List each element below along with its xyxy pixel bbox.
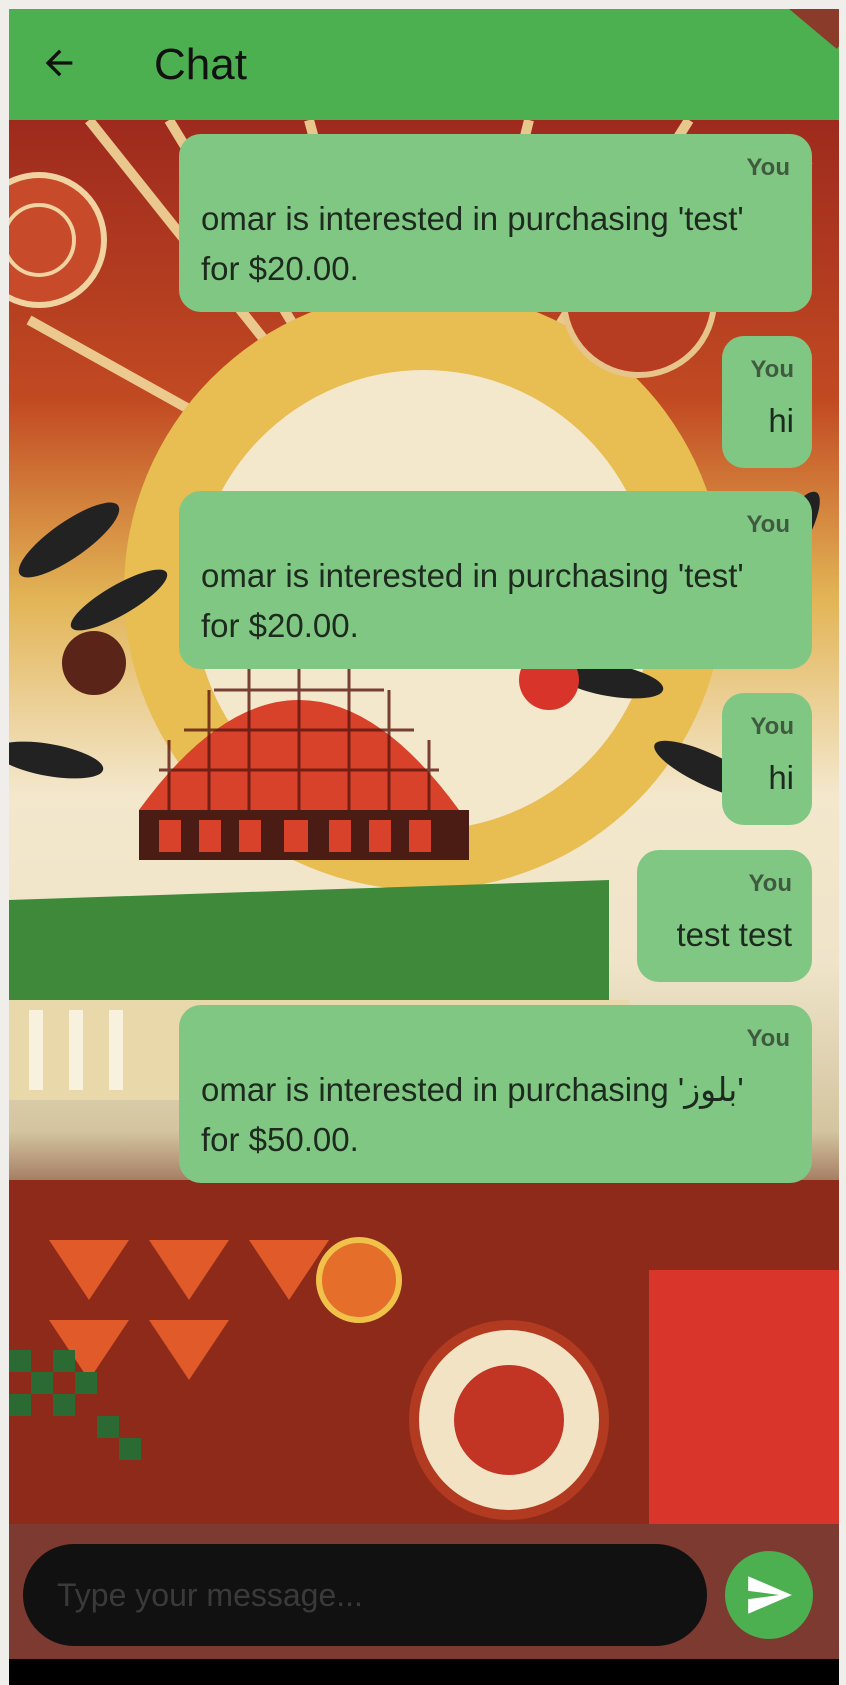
message-sender: You	[746, 511, 790, 538]
message-bubble: You omar is interested in purchasing 'te…	[179, 491, 812, 669]
message-list[interactable]: You omar is interested in purchasing 'te…	[9, 120, 839, 1524]
message-text: omar is interested in purchasing 'test' …	[201, 557, 744, 644]
app-frame: Chat You omar is interested in purchasin…	[9, 9, 839, 1659]
message-bubble: You omar is interested in purchasing 'بل…	[179, 1005, 812, 1183]
composer-bar	[9, 1524, 839, 1659]
message-sender: You	[750, 713, 794, 740]
message-text: hi	[768, 759, 794, 796]
message-sender: You	[750, 356, 794, 383]
message-text: omar is interested in purchasing 'test' …	[201, 200, 744, 287]
message-sender: You	[746, 1025, 790, 1052]
app-bar: Chat	[9, 9, 839, 120]
send-icon	[748, 1576, 792, 1614]
arrow-left-icon	[45, 49, 73, 77]
message-text: omar is interested in purchasing 'بلوز' …	[201, 1071, 744, 1158]
message-sender: You	[748, 870, 792, 897]
send-button[interactable]	[725, 1551, 813, 1639]
message-bubble: You hi	[722, 693, 812, 825]
message-text: test test	[676, 916, 792, 953]
message-input[interactable]	[23, 1544, 707, 1646]
page-title: Chat	[154, 40, 247, 89]
system-nav-bar	[9, 1659, 839, 1685]
message-bubble: You test test	[637, 850, 812, 982]
back-button[interactable]	[31, 35, 87, 91]
message-text: hi	[768, 402, 794, 439]
message-bubble: You omar is interested in purchasing 'te…	[179, 134, 812, 312]
message-bubble: You hi	[722, 336, 812, 468]
message-sender: You	[746, 154, 790, 181]
